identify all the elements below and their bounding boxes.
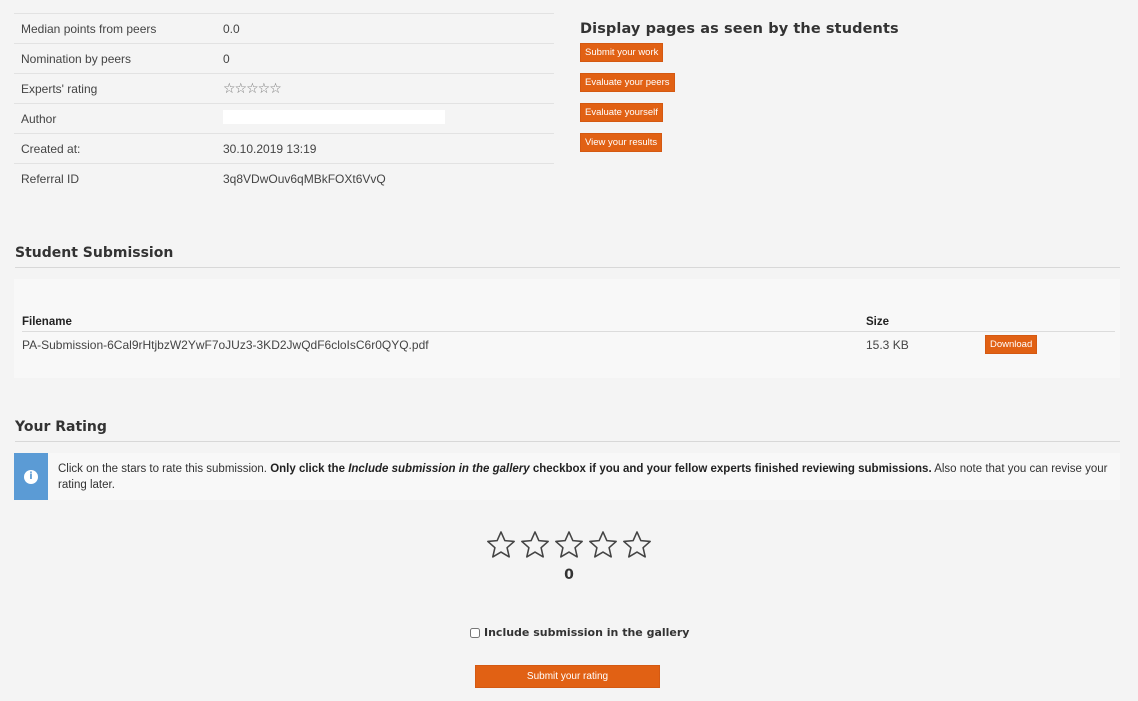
student-view-panel: Display pages as seen by the students Su… (580, 21, 980, 163)
star-5-icon[interactable] (620, 528, 654, 562)
gallery-checkbox-label: Include submission in the gallery (484, 626, 690, 639)
notice-part1: Click on the stars to rate this submissi… (58, 463, 271, 475)
your-rating-heading: Your Rating (15, 419, 1120, 442)
student-view-title: Display pages as seen by the students (580, 21, 899, 37)
detail-label: Experts' rating (21, 81, 98, 96)
notice-text: Click on the stars to rate this submissi… (48, 453, 1120, 493)
detail-label: Author (21, 111, 57, 126)
star-1-icon[interactable] (484, 528, 518, 562)
detail-value: 0.0 (223, 21, 240, 36)
file-name: PA-Submission-6Cal9rHtjbzW2YwF7oJUz3-3KD… (22, 337, 429, 352)
file-size: 15.3 KB (866, 337, 909, 352)
star-4-icon[interactable] (586, 528, 620, 562)
detail-row-nomination: Nomination by peers 0 (14, 44, 554, 74)
detail-label: Median points from peers (21, 21, 157, 36)
size-header: Size (866, 316, 890, 328)
detail-row-experts-rating: Experts' rating ☆☆☆☆☆ (14, 74, 554, 104)
detail-value: 3q8VDwOuv6qMBkFOXt6VvQ (223, 172, 386, 186)
detail-row-created-at: Created at: 30.10.2019 13:19 (14, 134, 554, 164)
table-row: PA-Submission-6Cal9rHtjbzW2YwF7oJUz3-3KD… (22, 332, 1115, 357)
student-submission-heading: Student Submission (15, 245, 1120, 268)
star-2-icon[interactable] (518, 528, 552, 562)
evaluate-peers-button[interactable]: Evaluate your peers (580, 73, 675, 92)
detail-row-author: Author (14, 104, 554, 134)
experts-rating-stars: ☆☆☆☆☆ (223, 80, 282, 96)
include-in-gallery-checkbox[interactable] (470, 627, 480, 638)
notice-bold-italic: Include submission in the gallery (348, 463, 530, 475)
submit-your-work-button[interactable]: Submit your work (580, 43, 664, 62)
view-results-button[interactable]: View your results (580, 133, 663, 152)
author-redacted-box (223, 110, 445, 124)
star-3-icon[interactable] (552, 528, 586, 562)
submit-rating-button[interactable]: Submit your rating (475, 665, 660, 688)
detail-row-referral-id: Referral ID 3q8VDwOuv6qMBkFOXt6VvQ (14, 164, 554, 194)
submission-files-card: Filename Size PA-Submission-6Cal9rHtjbzW… (14, 279, 1120, 378)
gallery-checkbox-row[interactable]: Include submission in the gallery (470, 626, 689, 639)
detail-value: 30.10.2019 13:19 (223, 141, 317, 156)
notice-bold1: Only click the (270, 463, 349, 475)
info-icon: i (14, 453, 48, 500)
notice-bold2: checkbox if you and your fellow experts … (529, 463, 932, 475)
rating-info-notice: i Click on the stars to rate this submis… (14, 453, 1120, 500)
download-button[interactable]: Download (985, 335, 1038, 354)
evaluate-yourself-button[interactable]: Evaluate yourself (580, 103, 663, 122)
files-table-header: Filename Size (22, 313, 1115, 332)
star-rating-input (484, 528, 654, 562)
rating-value: 0 (564, 567, 574, 583)
detail-label: Nomination by peers (21, 51, 132, 66)
detail-row-median-points: Median points from peers 0.0 (14, 14, 554, 44)
detail-value: 0 (223, 51, 230, 66)
detail-label: Referral ID (21, 172, 80, 186)
detail-label: Created at: (21, 141, 81, 156)
author-value (223, 110, 554, 127)
filename-header: Filename (22, 316, 72, 328)
submission-details-table: Median points from peers 0.0 Nomination … (14, 13, 554, 194)
